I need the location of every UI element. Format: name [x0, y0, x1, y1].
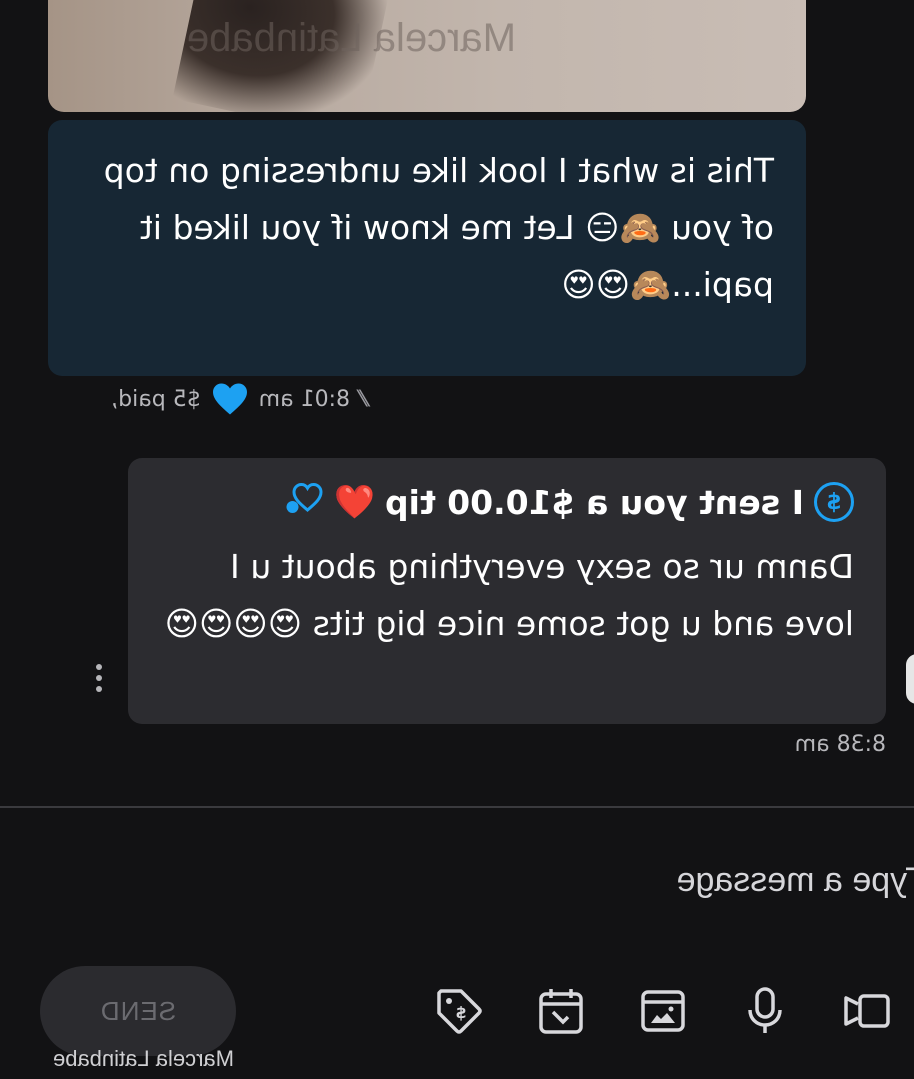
- outgoing-time: 8:38 am: [794, 732, 886, 757]
- add-reaction-icon[interactable]: [282, 480, 324, 524]
- composer-toolbar: $: [432, 984, 894, 1038]
- svg-text:$: $: [455, 1003, 466, 1022]
- photo-message[interactable]: Marcela Latinbabe: [48, 0, 806, 112]
- composer-divider: [0, 806, 914, 808]
- outgoing-message-bubble: $ I sent you a $10.00 tip ❤️ Danm ur so …: [128, 458, 886, 724]
- bottom-watermark: Marcela Latinbabe: [52, 1046, 234, 1071]
- tip-heart-emoji: ❤️: [333, 482, 375, 521]
- incoming-time: 8:01 am: [258, 386, 350, 412]
- chat-screen: Marcela Latinbabe This is what I look li…: [0, 0, 914, 1079]
- tip-line: $ I sent you a $10.00 tip ❤️: [282, 480, 854, 524]
- more-options-icon[interactable]: [96, 664, 102, 692]
- message-input[interactable]: [534, 850, 914, 910]
- incoming-message-bubble: This is what I look like undressing on t…: [48, 120, 806, 376]
- tip-text: I sent you a $10.00 tip: [384, 482, 804, 522]
- outgoing-message-text: Danm ur so sexy everything about u I lov…: [164, 547, 854, 643]
- vault-image-icon[interactable]: [636, 984, 690, 1038]
- send-button[interactable]: SEND: [40, 966, 236, 1056]
- incoming-message-text: This is what I look like undressing on t…: [103, 151, 774, 304]
- incoming-message-meta: ⁄⁄ 8:01 am $5 paid,: [111, 382, 364, 416]
- media-icon[interactable]: [840, 984, 894, 1038]
- schedule-icon[interactable]: [534, 984, 588, 1038]
- dollar-icon: $: [814, 482, 854, 522]
- scroll-indicator[interactable]: [906, 654, 914, 704]
- mic-icon[interactable]: [738, 984, 792, 1038]
- price-tag-icon[interactable]: $: [432, 984, 486, 1038]
- heart-icon[interactable]: [211, 382, 249, 416]
- photo-watermark: Marcela Latinbabe: [186, 16, 516, 60]
- incoming-price: $5 paid,: [111, 386, 201, 412]
